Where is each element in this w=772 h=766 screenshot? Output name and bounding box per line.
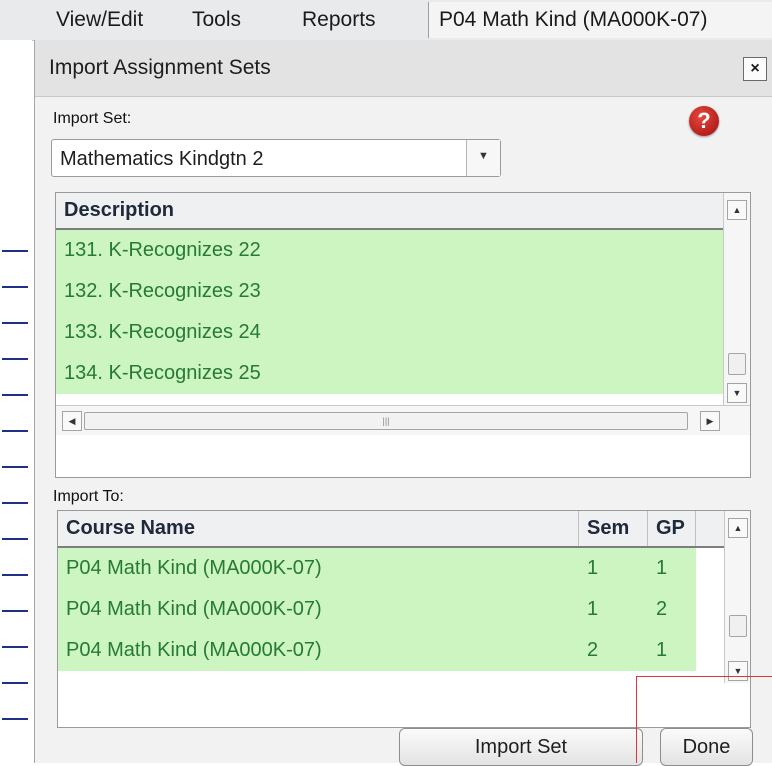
done-button[interactable]: Done	[660, 728, 753, 766]
background-link-line	[2, 574, 28, 576]
chevron-down-icon: ▼	[478, 150, 489, 162]
course-row[interactable]: P04 Math Kind (MA000K-07) 2 1	[58, 630, 696, 671]
background-link-line	[2, 646, 28, 648]
gp-cell: 1	[656, 557, 668, 579]
course-grid: Course Name Sem GP P04 Math Kind (MA000K…	[57, 510, 751, 728]
scroll-right-icon[interactable]: ▶	[700, 411, 720, 431]
sem-cell: 2	[587, 639, 599, 661]
dropdown-button[interactable]: ▼	[466, 140, 500, 176]
course-name-cell: P04 Math Kind (MA000K-07)	[66, 598, 322, 620]
background-link-line	[2, 682, 28, 684]
background-link-line	[2, 394, 28, 396]
description-horizontal-scrollbar[interactable]: ◀ ||| ▶	[56, 405, 750, 435]
background-link-line	[2, 322, 28, 324]
scroll-up-icon[interactable]: ▲	[727, 200, 747, 220]
dialog-title: Import Assignment Sets	[49, 56, 271, 79]
description-cell: 134. K-Recognizes 25	[64, 362, 261, 384]
import-set-dropdown[interactable]: Mathematics Kindgtn 2 ▼	[51, 139, 501, 177]
gp-cell: 1	[656, 639, 668, 661]
description-row[interactable]: 134. K-Recognizes 25	[56, 353, 723, 394]
scroll-down-icon[interactable]: ▼	[728, 661, 748, 681]
sem-column-header[interactable]: Sem	[579, 511, 648, 546]
description-grid: Description 131. K-Recognizes 22 132. K-…	[55, 192, 751, 478]
current-course-label: P04 Math Kind (MA000K-07)	[439, 8, 708, 31]
description-row[interactable]: 131. K-Recognizes 22	[56, 230, 723, 271]
background-page-strip	[0, 40, 32, 763]
description-row[interactable]: 132. K-Recognizes 23	[56, 271, 723, 312]
description-cell: 133. K-Recognizes 24	[64, 321, 261, 343]
course-name-cell: P04 Math Kind (MA000K-07)	[66, 557, 322, 579]
import-set-selected-value: Mathematics Kindgtn 2	[60, 148, 264, 170]
dialog-titlebar[interactable]: Import Assignment Sets ×	[35, 40, 772, 97]
help-icon-glyph: ?	[697, 108, 711, 133]
menu-view-edit[interactable]: View/Edit	[56, 8, 143, 32]
help-icon[interactable]: ?	[689, 106, 719, 136]
close-button[interactable]: ×	[743, 57, 767, 81]
sem-cell: 1	[587, 557, 599, 579]
course-name-column-header[interactable]: Course Name	[58, 511, 579, 546]
import-assignment-sets-dialog: Import Assignment Sets × ? Import Set: M…	[34, 40, 772, 766]
import-to-label: Import To:	[53, 488, 124, 505]
description-column-header[interactable]: Description	[56, 193, 716, 228]
background-link-line	[2, 502, 28, 504]
background-link-line	[2, 250, 28, 252]
app-menubar: View/Edit Tools Reports P04 Math Kind (M…	[0, 0, 772, 41]
scroll-thumb[interactable]	[729, 615, 747, 637]
gp-cell: 2	[656, 598, 668, 620]
import-set-button[interactable]: Import Set	[399, 728, 643, 766]
description-grid-header: Description	[56, 193, 723, 230]
scroll-left-icon[interactable]: ◀	[62, 411, 82, 431]
description-row[interactable]: 133. K-Recognizes 24	[56, 312, 723, 353]
current-course-box: P04 Math Kind (MA000K-07)	[428, 2, 772, 38]
background-link-line	[2, 430, 28, 432]
background-link-line	[2, 718, 28, 720]
menu-reports[interactable]: Reports	[302, 8, 376, 32]
close-icon: ×	[750, 60, 760, 77]
course-name-cell: P04 Math Kind (MA000K-07)	[66, 639, 322, 661]
course-row[interactable]: P04 Math Kind (MA000K-07) 1 2	[58, 589, 696, 630]
import-set-label: Import Set:	[53, 110, 132, 127]
scroll-down-icon[interactable]: ▼	[727, 383, 747, 403]
scroll-thumb[interactable]	[728, 353, 746, 375]
background-link-line	[2, 286, 28, 288]
course-grid-header: Course Name Sem GP	[58, 511, 724, 548]
course-row[interactable]: P04 Math Kind (MA000K-07) 1 1	[58, 548, 696, 589]
background-link-line	[2, 358, 28, 360]
background-link-line	[2, 610, 28, 612]
sem-cell: 1	[587, 598, 599, 620]
description-vertical-scrollbar[interactable]: ▲ ▼	[723, 193, 750, 405]
scroll-thumb-horizontal[interactable]: |||	[84, 412, 688, 430]
description-cell: 132. K-Recognizes 23	[64, 280, 261, 302]
description-cell: 131. K-Recognizes 22	[64, 239, 261, 261]
background-link-line	[2, 538, 28, 540]
background-link-line	[2, 466, 28, 468]
gp-column-header[interactable]: GP	[648, 511, 696, 546]
course-vertical-scrollbar[interactable]: ▲ ▼	[724, 511, 750, 683]
menu-tools[interactable]: Tools	[192, 8, 241, 32]
scroll-up-icon[interactable]: ▲	[728, 518, 748, 538]
